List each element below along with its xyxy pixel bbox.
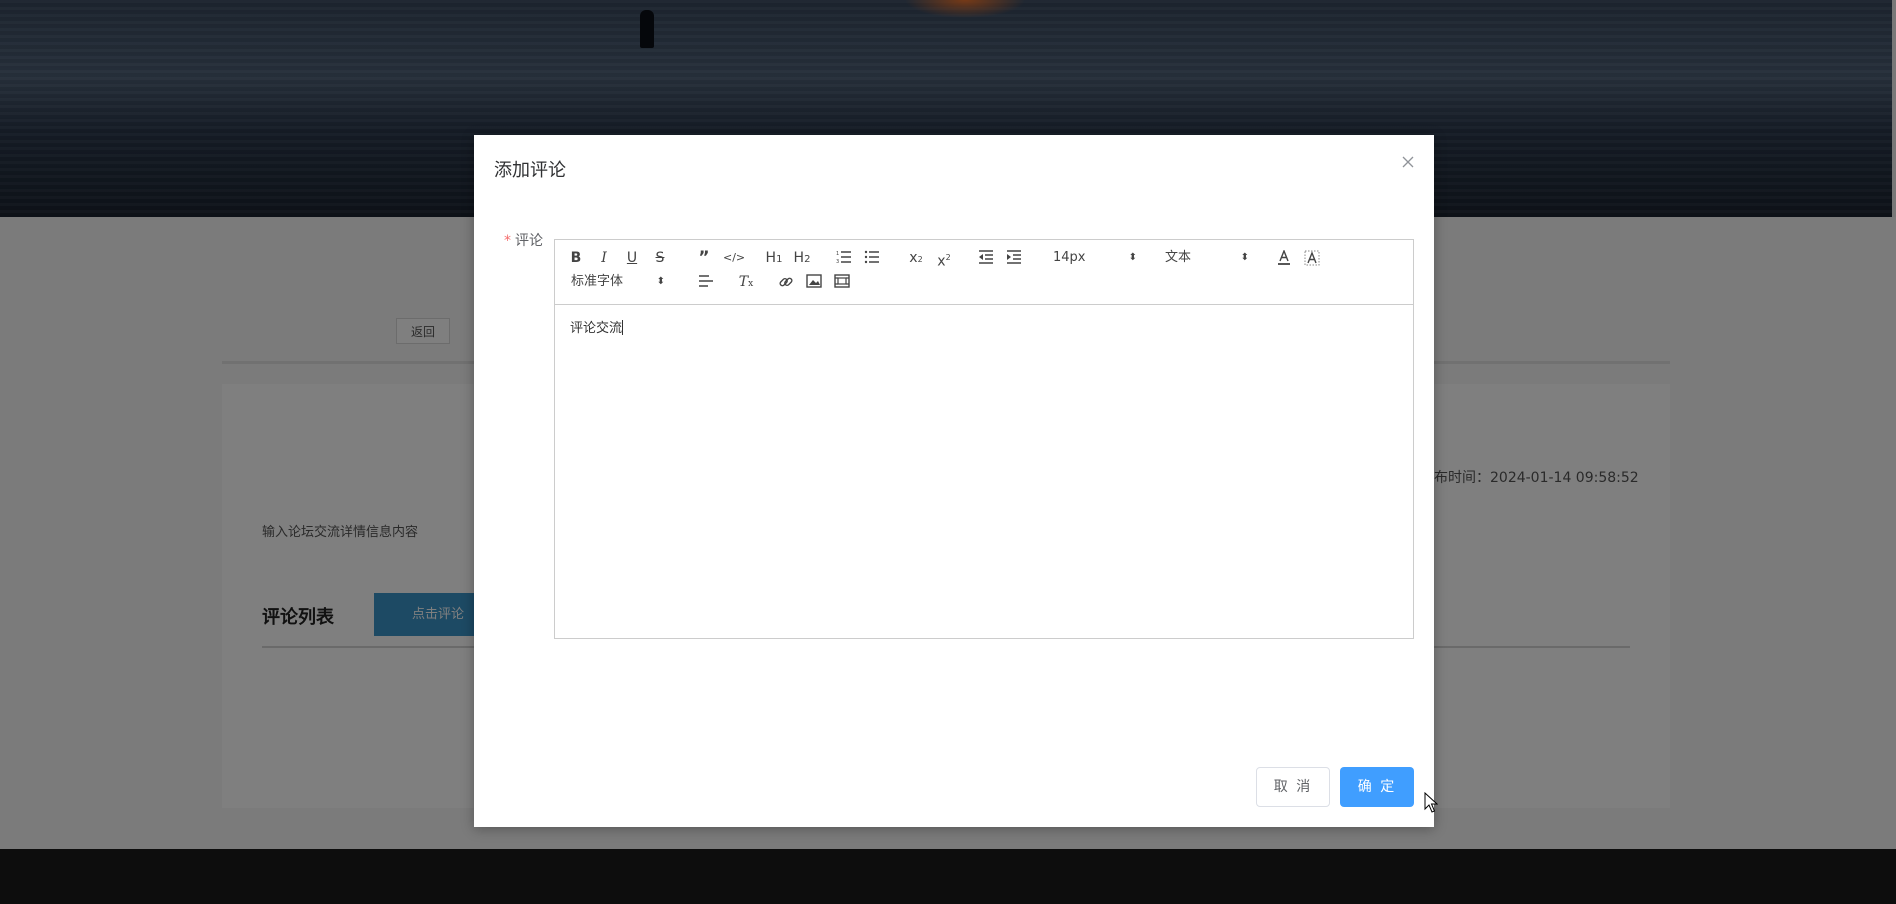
h1-icon[interactable]: H1 [765,248,783,268]
editor-toolbar: B I U S ” </> H1 H2 13 x2 x2 14px ⬍ 文本 ⬍… [555,240,1413,305]
rich-text-editor: B I U S ” </> H1 H2 13 x2 x2 14px ⬍ 文本 ⬍… [554,239,1414,639]
editor-content[interactable]: 评论交流 [555,305,1413,638]
close-icon[interactable] [1400,154,1416,170]
header-select[interactable]: 文本 ⬍ [1165,248,1249,268]
outdent-icon[interactable] [977,248,995,268]
align-icon[interactable] [697,272,715,292]
background-color-icon[interactable] [1303,248,1321,268]
blockquote-icon[interactable]: ” [695,248,713,268]
comment-label-text: 评论 [515,233,543,249]
confirm-button[interactable]: 确 定 [1340,767,1414,807]
clean-icon[interactable]: Tx [737,272,755,292]
underline-icon[interactable]: U [623,248,641,268]
image-icon[interactable] [805,272,823,292]
ordered-list-icon[interactable]: 13 [835,248,853,268]
header-value: 文本 [1165,250,1192,265]
comment-field-label: * 评论 [504,230,543,250]
superscript-icon[interactable]: x2 [935,248,953,270]
indent-icon[interactable] [1005,248,1023,268]
font-color-icon[interactable] [1275,248,1293,268]
dialog-title: 添加评论 [494,160,566,181]
strike-icon[interactable]: S [651,248,669,268]
text-caret [622,320,624,335]
add-comment-dialog: 添加评论 * 评论 B I U S ” </> H1 H2 13 x2 x2 1… [474,135,1434,827]
font-family-select[interactable]: 标准字体 ⬍ [571,272,665,292]
video-icon[interactable] [833,272,851,292]
subscript-icon[interactable]: x2 [907,248,925,268]
font-size-value: 14px [1053,250,1086,265]
select-arrow-icon: ⬍ [656,276,665,287]
font-size-select[interactable]: 14px ⬍ [1053,248,1137,268]
bold-icon[interactable]: B [567,248,585,268]
font-family-value: 标准字体 [571,274,624,289]
code-block-icon[interactable]: </> [723,248,745,268]
svg-text:3: 3 [836,259,839,264]
svg-text:1: 1 [836,251,839,257]
required-mark: * [504,233,511,249]
italic-icon[interactable]: I [595,248,613,268]
select-arrow-icon: ⬍ [1240,252,1249,263]
mouse-cursor-icon [1424,791,1439,818]
cancel-button[interactable]: 取 消 [1256,767,1330,807]
bullet-list-icon[interactable] [863,248,881,268]
editor-text: 评论交流 [570,321,623,336]
link-icon[interactable] [777,272,795,292]
select-arrow-icon: ⬍ [1128,252,1137,263]
h2-icon[interactable]: H2 [793,248,811,268]
